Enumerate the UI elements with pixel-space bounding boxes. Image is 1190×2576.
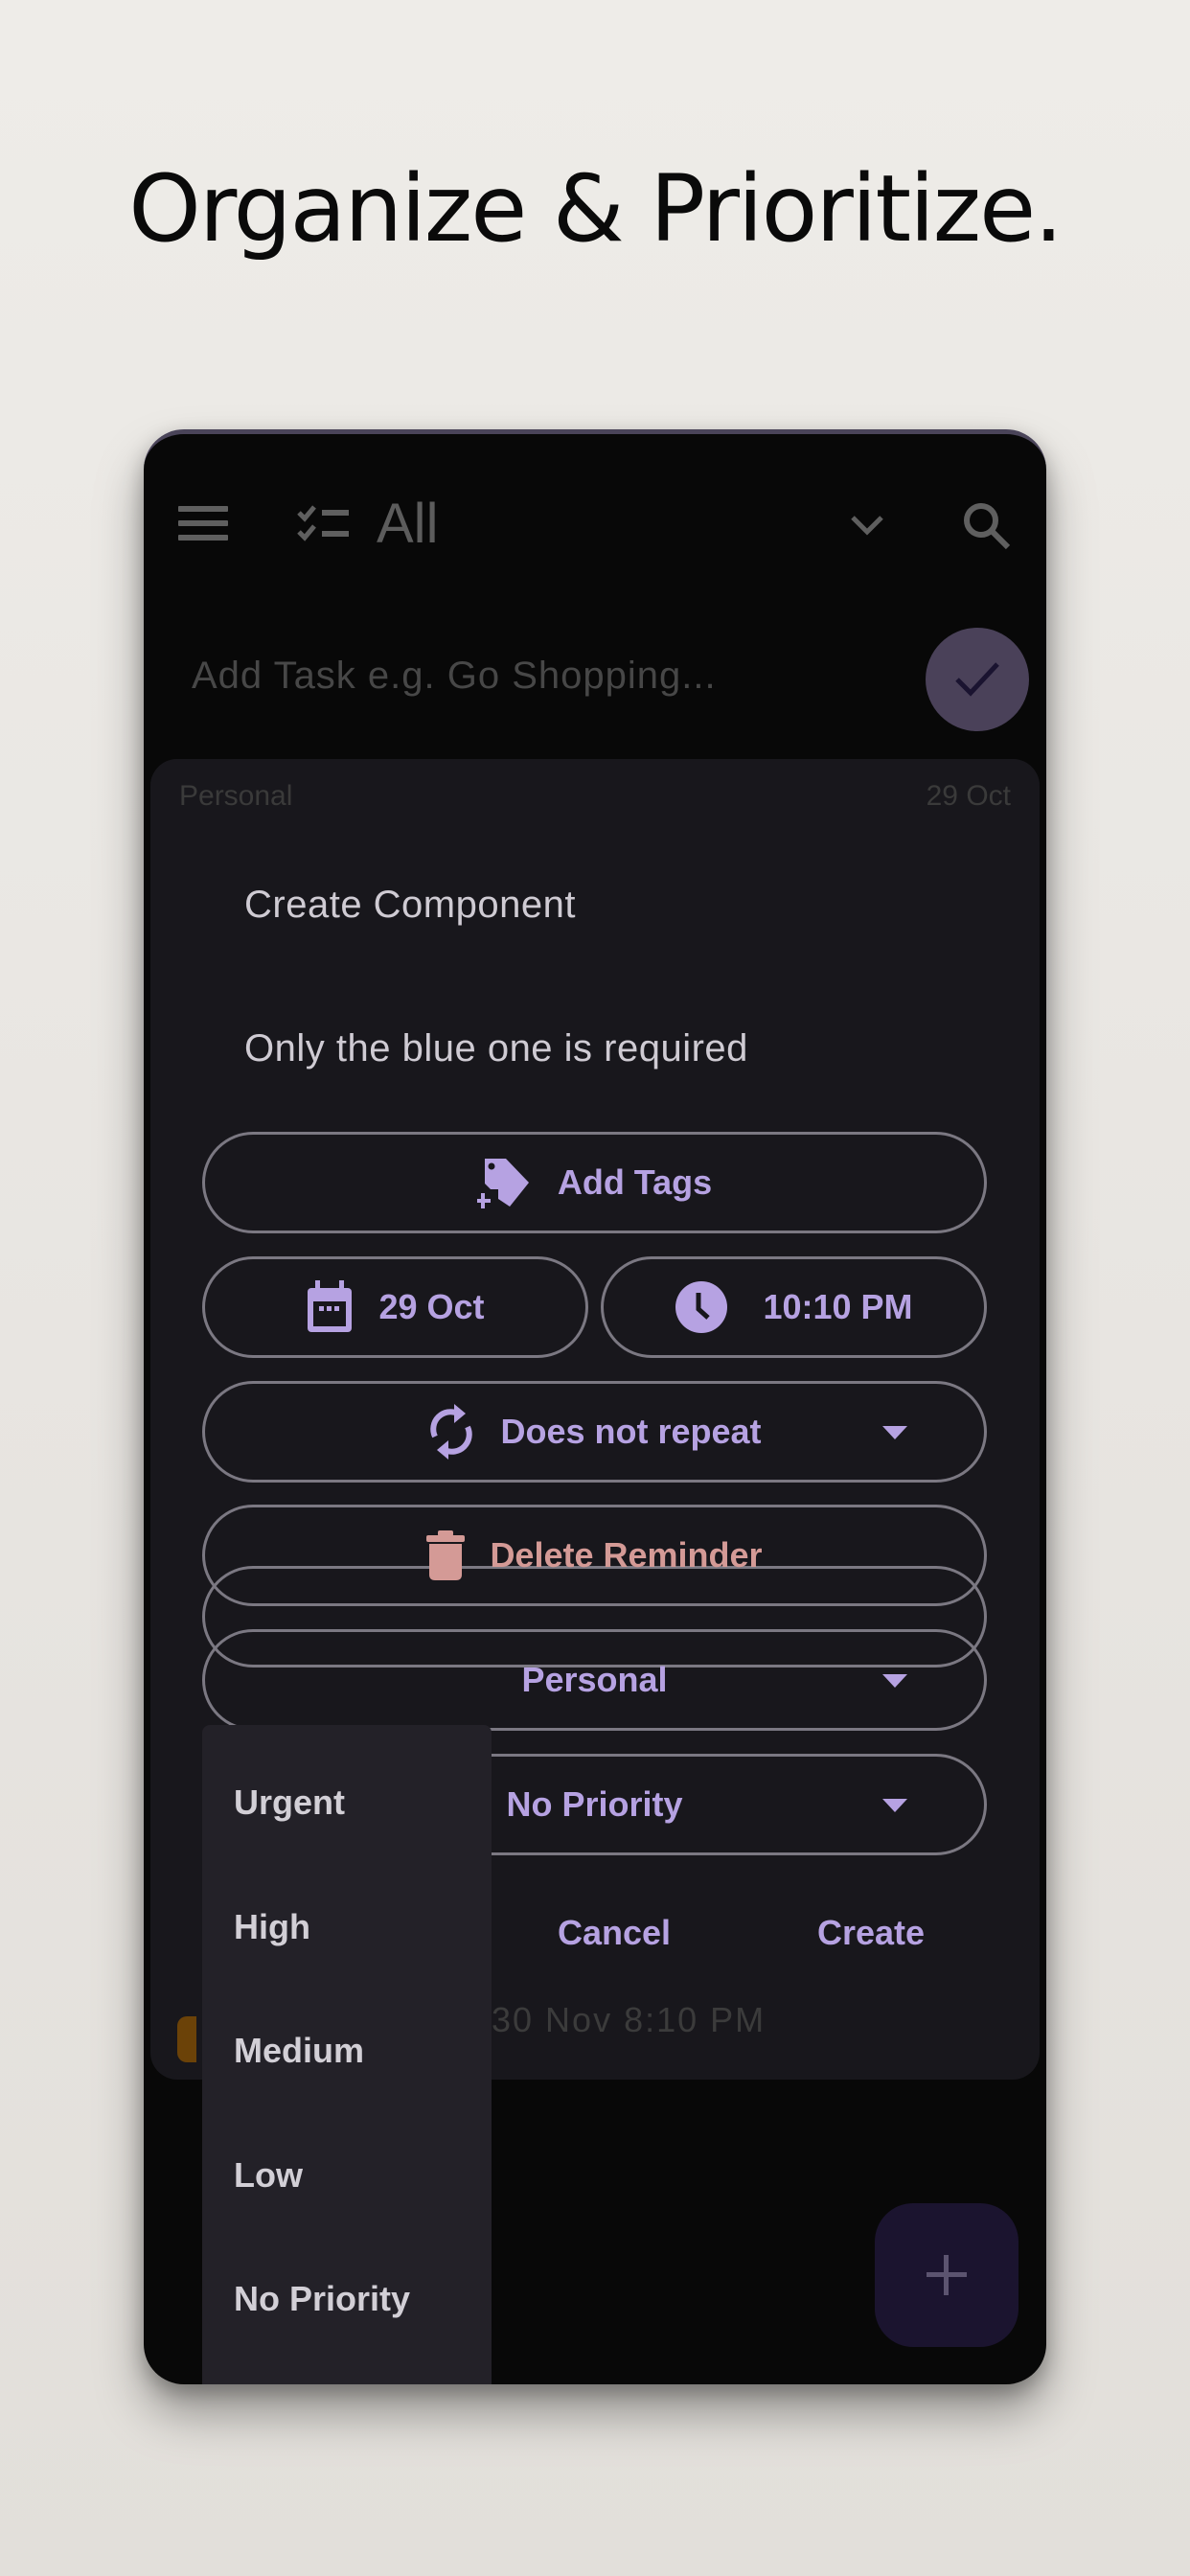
- create-button[interactable]: Create: [817, 1913, 925, 1953]
- tag-plus-icon: [476, 1155, 533, 1210]
- priority-option-high[interactable]: High: [234, 1907, 310, 1947]
- priority-option-medium[interactable]: Medium: [234, 2031, 364, 2071]
- clock-icon: [675, 1280, 728, 1334]
- delete-reminder-label: Delete Reminder: [490, 1535, 763, 1575]
- checklist-icon: [297, 503, 351, 547]
- time-button[interactable]: 10:10 PM: [601, 1256, 987, 1358]
- priority-label: No Priority: [506, 1784, 683, 1824]
- calendar-icon: [306, 1280, 354, 1334]
- add-task-submit-button[interactable]: [926, 628, 1029, 731]
- add-tags-button[interactable]: Add Tags: [202, 1132, 987, 1233]
- repeat-icon: [427, 1404, 475, 1460]
- search-icon[interactable]: [958, 497, 1016, 555]
- date-button[interactable]: 29 Oct: [202, 1256, 588, 1358]
- check-icon: [955, 662, 999, 697]
- plus-icon: [927, 2255, 967, 2295]
- phone-screen: All Add Task e.g. Go Shopping... Persona…: [144, 429, 1046, 2384]
- add-task-fab[interactable]: [875, 2203, 1018, 2347]
- date-label: 29 Oct: [378, 1287, 485, 1326]
- list-title[interactable]: All: [377, 492, 438, 556]
- repeat-dropdown[interactable]: Does not repeat: [202, 1381, 987, 1483]
- priority-option-low[interactable]: Low: [234, 2155, 303, 2196]
- page-headline: Organize & Prioritize.: [128, 155, 1063, 263]
- dropdown-caret-icon: [882, 1674, 907, 1688]
- priority-option-no-priority[interactable]: No Priority: [234, 2279, 410, 2319]
- dialog-title: Create Component: [244, 884, 576, 926]
- delete-reminder-button[interactable]: Delete Reminder: [202, 1505, 987, 1606]
- add-task-input[interactable]: Add Task e.g. Go Shopping...: [192, 655, 717, 698]
- chevron-down-icon[interactable]: [843, 506, 891, 544]
- bg-task-date: 29 Oct: [926, 780, 1011, 812]
- priority-indicator: [177, 2016, 196, 2062]
- cancel-button[interactable]: Cancel: [558, 1913, 671, 1953]
- bg-task-category: Personal: [179, 780, 293, 812]
- dialog-subtitle: Only the blue one is required: [244, 1027, 748, 1070]
- add-tags-label: Add Tags: [557, 1162, 713, 1202]
- dropdown-caret-icon: [882, 1426, 907, 1439]
- trash-icon: [426, 1530, 466, 1580]
- priority-option-urgent[interactable]: Urgent: [234, 1782, 345, 1823]
- priority-menu: Urgent High Medium Low No Priority: [202, 1725, 492, 2384]
- bg-task-datetime: 30 Nov 8:10 PM: [492, 2000, 767, 2039]
- category-dropdown[interactable]: Personal: [202, 1629, 987, 1731]
- time-label: 10:10 PM: [763, 1287, 913, 1326]
- menu-icon[interactable]: [178, 506, 228, 544]
- category-label: Personal: [521, 1660, 668, 1699]
- dropdown-caret-icon: [882, 1799, 907, 1812]
- repeat-label: Does not repeat: [500, 1412, 762, 1451]
